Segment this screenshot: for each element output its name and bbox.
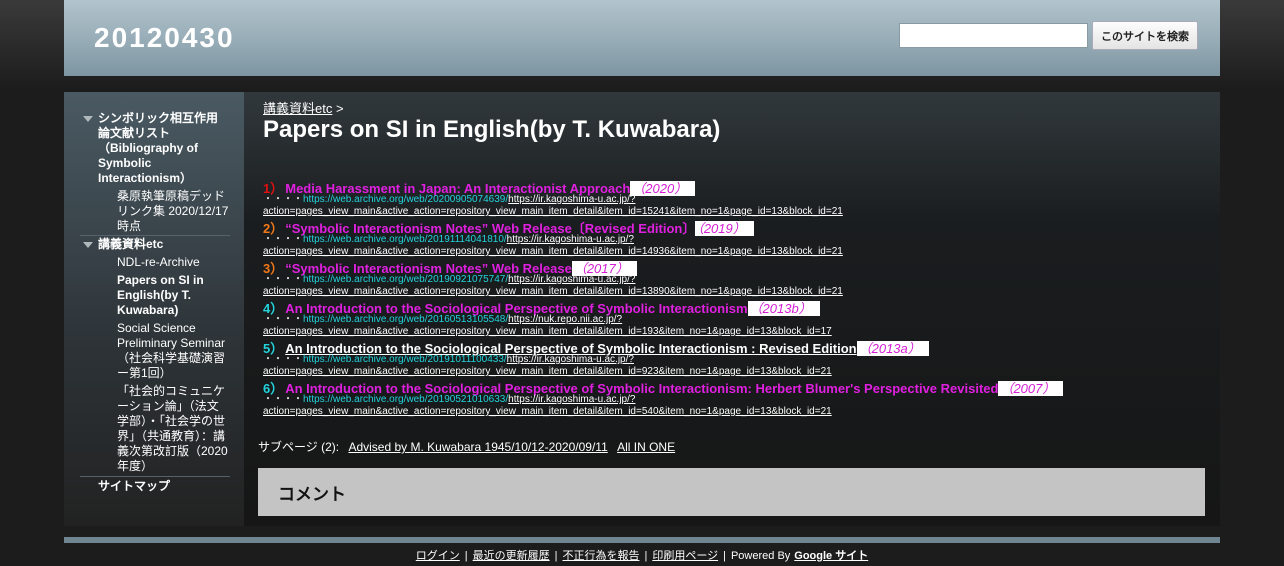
main-content: 講義資料etc > Papers on SI in English(by T. … bbox=[244, 92, 1220, 526]
sidebar-item-papers-current[interactable]: Papers on SI in English(by T. Kuwabara) bbox=[117, 273, 217, 318]
repository-link-query[interactable]: action=pages_view_main&active_action=rep… bbox=[263, 286, 843, 297]
repository-link-query[interactable]: action=pages_view_main&active_action=rep… bbox=[263, 366, 832, 377]
search-input[interactable] bbox=[899, 23, 1088, 48]
google-sites-link[interactable]: Google サイト bbox=[794, 550, 868, 562]
footer-separator: | bbox=[644, 550, 648, 562]
leader-dots: ・・・・ bbox=[263, 234, 303, 245]
footer: ログイン | 最近の更新履歴 | 不正行為を報告 | 印刷用ページ | Powered By Go… bbox=[0, 547, 1284, 563]
expand-triangle-icon[interactable] bbox=[83, 116, 93, 122]
archive-link[interactable]: https://web.archive.org/web/201909210757… bbox=[303, 274, 508, 285]
site-title[interactable]: 20120430 bbox=[94, 22, 235, 54]
powered-by-text: Powered By bbox=[730, 550, 791, 562]
paper-links: ・・・・https://web.archive.org/web/20200905… bbox=[263, 194, 843, 218]
footer-separator: | bbox=[464, 550, 468, 562]
repository-link[interactable]: https://ir.kagoshima-u.ac.jp/? bbox=[508, 274, 635, 285]
leader-dots: ・・・・ bbox=[263, 314, 303, 325]
breadcrumb: 講義資料etc > bbox=[263, 98, 344, 117]
subpage-link[interactable]: Advised by M. Kuwabara 1945/10/12-2020/0… bbox=[348, 440, 607, 454]
repository-link[interactable]: https://ir.kagoshima-u.ac.jp/? bbox=[508, 194, 635, 205]
repository-link-query[interactable]: action=pages_view_main&active_action=rep… bbox=[263, 206, 843, 217]
paper-links: ・・・・https://web.archive.org/web/20191114… bbox=[263, 234, 843, 258]
sidebar-item-communication[interactable]: 「社会的コミュニケーション論」（法文学部）・「社会学の世界」（共通教育）：講義次… bbox=[117, 384, 230, 474]
content-wrapper: シンボリック相互作用論文献リスト（Bibliography of Symboli… bbox=[64, 92, 1220, 526]
expand-triangle-icon[interactable] bbox=[83, 242, 93, 248]
login-link[interactable]: ログイン bbox=[416, 550, 460, 562]
search-button[interactable]: このサイトを検索 bbox=[1092, 21, 1198, 50]
sidebar-item-deadlinks[interactable]: 桑原執筆原稿デッドリンク集 2020/12/17時点 bbox=[117, 189, 232, 234]
sidebar-divider bbox=[80, 235, 230, 236]
sidebar-item-bibliography[interactable]: シンボリック相互作用論文献リスト（Bibliography of Symboli… bbox=[98, 111, 228, 186]
print-page-link[interactable]: 印刷用ページ bbox=[652, 550, 718, 562]
footer-separator: | bbox=[554, 550, 558, 562]
page-title: Papers on SI in English(by T. Kuwabara) bbox=[263, 116, 721, 143]
comment-title: コメント bbox=[278, 485, 346, 504]
archive-link[interactable]: https://web.archive.org/web/202009050746… bbox=[303, 194, 508, 205]
recent-activity-link[interactable]: 最近の更新履歴 bbox=[473, 550, 550, 562]
sidebar-nav: シンボリック相互作用論文献リスト（Bibliography of Symboli… bbox=[64, 92, 244, 526]
subpages: サブページ (2): Advised by M. Kuwabara 1945/1… bbox=[258, 438, 675, 455]
sidebar-item-sitemap[interactable]: サイトマップ bbox=[98, 479, 228, 494]
paper-year: （2007） bbox=[998, 381, 1064, 396]
archive-link[interactable]: https://web.archive.org/web/201605131055… bbox=[303, 314, 508, 325]
report-abuse-link[interactable]: 不正行為を報告 bbox=[562, 550, 639, 562]
repository-link-query[interactable]: action=pages_view_main&active_action=rep… bbox=[263, 246, 843, 257]
subpages-label: サブページ (2): bbox=[258, 440, 340, 454]
repository-link[interactable]: https://ir.kagoshima-u.ac.jp/? bbox=[507, 234, 634, 245]
sidebar-item-seminar[interactable]: Social Science Preliminary Seminar（社会科学基… bbox=[117, 321, 232, 381]
leader-dots: ・・・・ bbox=[263, 194, 303, 205]
leader-dots: ・・・・ bbox=[263, 354, 303, 365]
leader-dots: ・・・・ bbox=[263, 274, 303, 285]
footer-separator: | bbox=[723, 550, 726, 562]
paper-links: ・・・・https://web.archive.org/web/20160513… bbox=[263, 314, 832, 338]
paper-links: ・・・・https://web.archive.org/web/20191011… bbox=[263, 354, 832, 378]
comment-section: コメント bbox=[258, 468, 1205, 516]
repository-link-query[interactable]: action=pages_view_main&active_action=rep… bbox=[263, 326, 832, 337]
archive-link[interactable]: https://web.archive.org/web/201911140418… bbox=[303, 234, 507, 245]
paper-links: ・・・・https://web.archive.org/web/20190521… bbox=[263, 394, 832, 418]
archive-link[interactable]: https://web.archive.org/web/201905210106… bbox=[303, 394, 508, 405]
sidebar-item-ndl[interactable]: NDL-re-Archive bbox=[117, 255, 232, 270]
sidebar-divider bbox=[80, 476, 230, 477]
repository-link[interactable]: https://ir.kagoshima-u.ac.jp/? bbox=[507, 354, 634, 365]
sidebar-item-lectures[interactable]: 講義資料etc bbox=[98, 237, 228, 252]
repository-link-query[interactable]: action=pages_view_main&active_action=rep… bbox=[263, 406, 832, 417]
paper-links: ・・・・https://web.archive.org/web/20190921… bbox=[263, 274, 843, 298]
footer-bar bbox=[64, 537, 1220, 543]
site-header: 20120430 このサイトを検索 bbox=[64, 0, 1220, 76]
archive-link[interactable]: https://web.archive.org/web/201910111004… bbox=[303, 354, 507, 365]
breadcrumb-link[interactable]: 講義資料etc bbox=[263, 101, 332, 116]
leader-dots: ・・・・ bbox=[263, 394, 303, 405]
subpage-link[interactable]: All IN ONE bbox=[617, 440, 675, 454]
paper-year: （2013a） bbox=[856, 341, 929, 356]
breadcrumb-separator: > bbox=[335, 101, 344, 116]
repository-link[interactable]: https://nuk.repo.nii.ac.jp/? bbox=[508, 314, 622, 325]
repository-link[interactable]: https://ir.kagoshima-u.ac.jp/? bbox=[508, 394, 635, 405]
